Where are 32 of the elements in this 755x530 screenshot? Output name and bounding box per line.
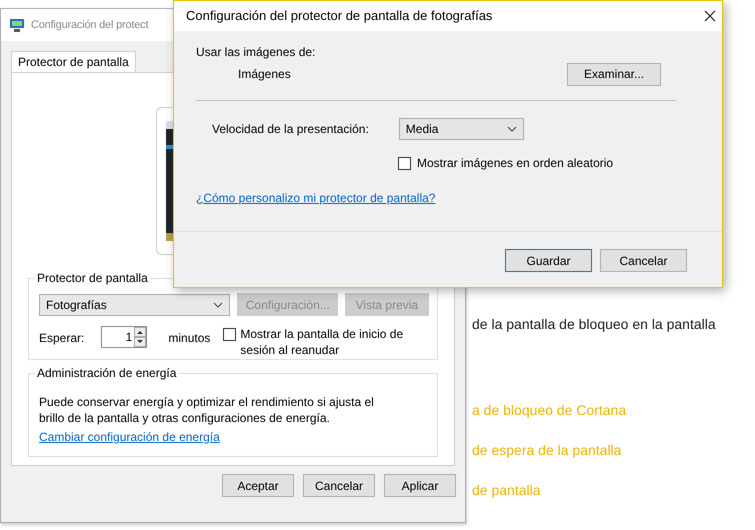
dialog-button[interactable]: Guardar: [505, 249, 592, 272]
chevron-down-icon: [212, 302, 223, 308]
checkbox[interactable]: [398, 156, 411, 170]
speed-dropdown[interactable]: Media: [398, 118, 524, 140]
window-title: Configuración del protect: [31, 19, 148, 31]
close-icon[interactable]: [704, 10, 716, 22]
power-settings-link[interactable]: Cambiar configuración de energía: [39, 430, 429, 444]
source-label: Usar las imágenes de:: [196, 44, 316, 59]
dialog-button[interactable]: Aplicar: [384, 474, 456, 497]
window-title: Configuración del protector de pantalla de fotografías: [186, 8, 492, 24]
group-title: Administración de energía: [35, 366, 178, 380]
source-folder: Imágenes: [238, 67, 291, 82]
checkbox-label: Mostrar imágenes en orden aleatorio: [417, 156, 614, 170]
tab[interactable]: Protector de pantalla: [11, 51, 136, 72]
browse-button[interactable]: Examinar...: [567, 62, 661, 86]
power-description: Puede conservar energía y optimizar el rendimiento si ajusta el brillo de la pantalla y otras configuraciones de energía.: [39, 394, 374, 426]
monitor-icon: [9, 17, 25, 33]
minutes-label: minutos: [168, 331, 210, 345]
help-link[interactable]: ¿Cómo personalizo mi protector de pantalla?: [196, 190, 436, 205]
settings-text: de la pantalla de bloqueo en la pantalla: [472, 316, 717, 332]
dialog-button[interactable]: Cancelar: [600, 249, 687, 272]
spinner-arrows-icon: [134, 327, 146, 347]
wait-label: Esperar:: [39, 331, 84, 345]
dialog-button[interactable]: Aceptar: [222, 474, 294, 497]
checkbox-label: Mostrar la pantalla de inicio de sesión al reanudar: [240, 326, 404, 358]
wait-spinner[interactable]: 1: [101, 326, 148, 348]
screensaver-dropdown[interactable]: Fotografías: [39, 294, 230, 316]
checkbox[interactable]: [223, 328, 236, 341]
group-title: Protector de pantalla: [35, 271, 150, 285]
speed-label: Velocidad de la presentación:: [212, 122, 369, 136]
dialog-button[interactable]: Cancelar: [303, 474, 375, 497]
chevron-down-icon: [506, 126, 517, 132]
